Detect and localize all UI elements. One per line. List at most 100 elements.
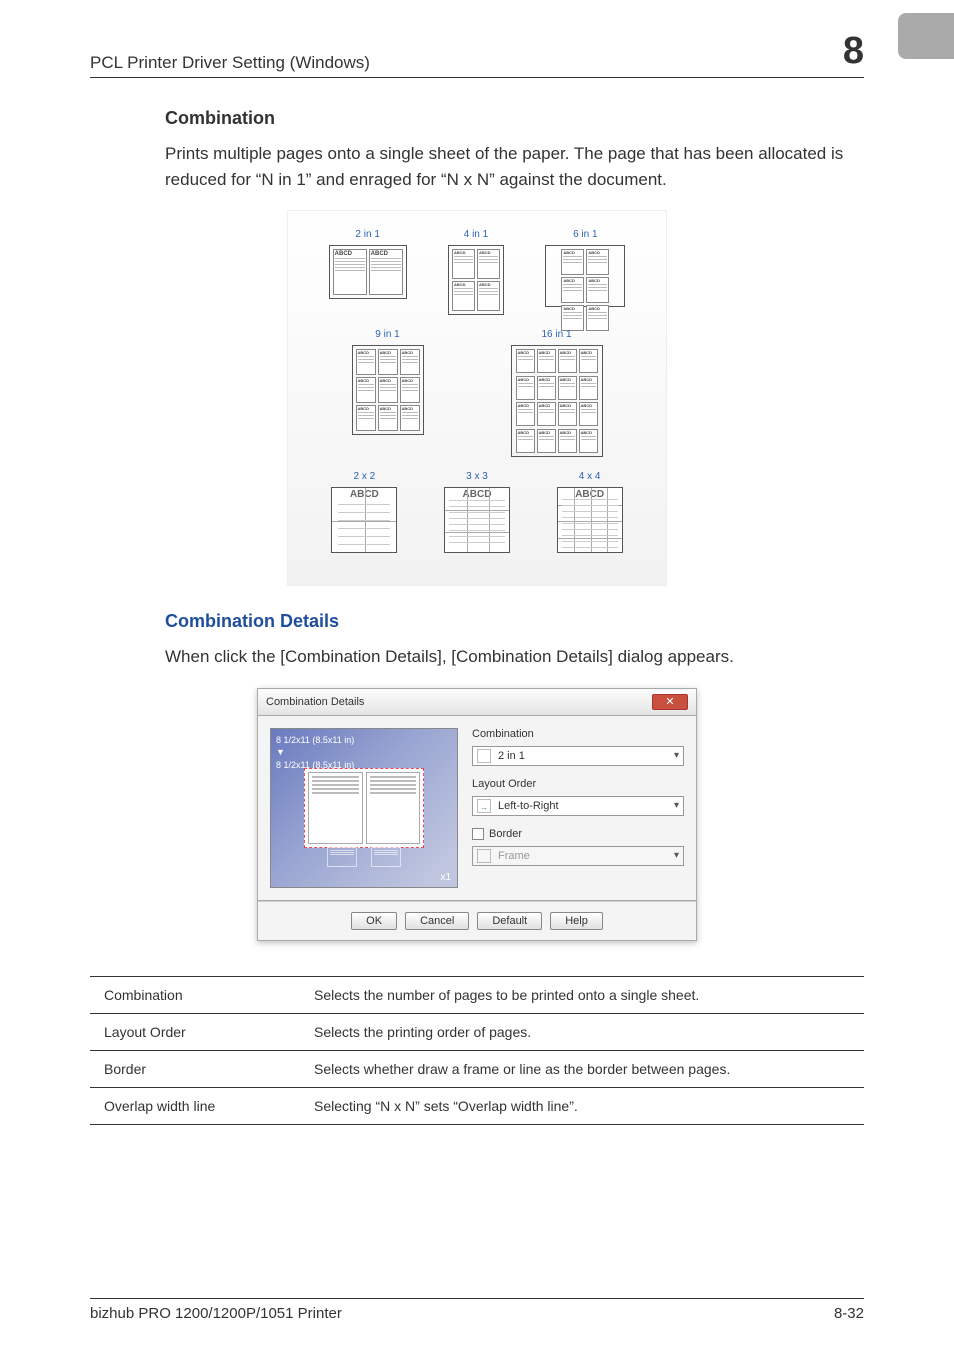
fig-abcd: ABCD: [581, 351, 596, 355]
border-checkbox-label: Border: [489, 828, 522, 840]
fig-abcd: ABCD: [560, 351, 575, 355]
help-button[interactable]: Help: [550, 912, 603, 930]
combination-figure: 2 in 1 ABCD ABCD 4 in 1 ABCD ABCD ABCD A…: [287, 210, 667, 586]
fig-abcd: ABCD: [380, 351, 396, 355]
fig-abcd: ABCD: [560, 378, 575, 382]
fig-abcd: ABCD: [402, 407, 418, 411]
poster-abcd: ABCD: [350, 489, 379, 500]
section-heading-combination-details: Combination Details: [165, 611, 864, 632]
chapter-number: 8: [843, 30, 864, 73]
fig-abcd: ABCD: [581, 378, 596, 382]
section-heading-combination: Combination: [165, 108, 864, 129]
close-icon[interactable]: ✕: [652, 694, 688, 710]
fig-abcd: ABCD: [479, 251, 498, 255]
dialog-preview-pane: 8 1/2x11 (8.5x11 in) ▼ 8 1/2x11 (8.5x11 …: [270, 728, 458, 888]
fig-abcd: ABCD: [518, 378, 533, 382]
fig-abcd: ABCD: [518, 431, 533, 435]
combination-select-value: 2 in 1: [498, 750, 525, 762]
table-row: Layout OrderSelects the printing order o…: [90, 1013, 864, 1050]
combination-select-icon: [477, 749, 491, 763]
poster-4x4: ABCD for(let i=1;i<4;i++)document.write(…: [557, 487, 623, 553]
zoom-indicator: x1: [440, 872, 451, 883]
table-cell-name: Overlap width line: [90, 1087, 300, 1124]
footer-page: 8-32: [834, 1305, 864, 1322]
table-cell-desc: Selects whether draw a frame or line as …: [300, 1050, 864, 1087]
default-button[interactable]: Default: [477, 912, 542, 930]
ok-button[interactable]: OK: [351, 912, 397, 930]
fig-abcd: ABCD: [560, 404, 575, 408]
fig-label-16in1: 16 in 1: [541, 329, 571, 340]
dialog-label-layout: Layout Order: [472, 778, 684, 790]
combination-select[interactable]: 2 in 1 ▾: [472, 746, 684, 766]
fig-label-2x2: 2 x 2: [353, 471, 375, 482]
fig-label-4in1: 4 in 1: [464, 229, 488, 240]
fig-label-2in1: 2 in 1: [355, 229, 379, 240]
frame-select: Frame ▾: [472, 846, 684, 866]
header-title: PCL Printer Driver Setting (Windows): [90, 53, 370, 73]
fig-abcd: ABCD: [335, 251, 365, 257]
layout-order-icon: →: [477, 799, 491, 813]
table-row: CombinationSelects the number of pages t…: [90, 976, 864, 1013]
table-cell-desc: Selects the printing order of pages.: [300, 1013, 864, 1050]
combination-details-dialog: Combination Details ✕ 8 1/2x11 (8.5x11 i…: [257, 688, 697, 941]
fig-abcd: ABCD: [380, 407, 396, 411]
border-checkbox[interactable]: [472, 828, 484, 840]
fig-abcd: ABCD: [402, 351, 418, 355]
fig-abcd: ABCD: [539, 404, 554, 408]
table-cell-name: Combination: [90, 976, 300, 1013]
fig-abcd: ABCD: [581, 404, 596, 408]
fig-abcd: ABCD: [560, 431, 575, 435]
fig-label-4x4: 4 x 4: [579, 471, 601, 482]
dialog-label-combination: Combination: [472, 728, 684, 740]
section-body-combination-details: When click the [Combination Details], [C…: [165, 644, 864, 670]
table-cell-desc: Selecting “N x N” sets “Overlap width li…: [300, 1087, 864, 1124]
fig-label-9in1: 9 in 1: [375, 329, 399, 340]
poster-3x3: ABCD for(let i=0;i<8;i++)document.write(…: [444, 487, 510, 553]
fig-abcd: ABCD: [588, 251, 607, 255]
options-table: CombinationSelects the number of pages t…: [90, 976, 864, 1125]
fig-abcd: ABCD: [563, 307, 582, 311]
fig-abcd: ABCD: [518, 404, 533, 408]
fig-label-6in1: 6 in 1: [573, 229, 597, 240]
fig-abcd: ABCD: [539, 378, 554, 382]
layout-order-value: Left-to-Right: [498, 800, 559, 812]
fig-abcd: ABCD: [402, 379, 418, 383]
header: PCL Printer Driver Setting (Windows) 8: [90, 30, 864, 78]
frame-select-value: Frame: [498, 850, 530, 862]
fig-abcd: ABCD: [581, 431, 596, 435]
fig-abcd: ABCD: [358, 379, 374, 383]
dialog-titlebar: Combination Details ✕: [257, 688, 697, 716]
chevron-down-icon: ▾: [674, 750, 679, 761]
fig-abcd: ABCD: [358, 407, 374, 411]
table-cell-name: Layout Order: [90, 1013, 300, 1050]
fig-abcd: ABCD: [358, 351, 374, 355]
fig-abcd: ABCD: [588, 279, 607, 283]
table-cell-name: Border: [90, 1050, 300, 1087]
section-body-combination: Prints multiple pages onto a single shee…: [165, 141, 864, 192]
preview-dim1: 8 1/2x11 (8.5x11 in): [276, 735, 354, 745]
fig-abcd: ABCD: [563, 279, 582, 283]
table-row: BorderSelects whether draw a frame or li…: [90, 1050, 864, 1087]
fig-abcd: ABCD: [371, 251, 401, 257]
frame-select-icon: [477, 849, 491, 863]
fig-abcd: ABCD: [588, 307, 607, 311]
table-cell-desc: Selects the number of pages to be printe…: [300, 976, 864, 1013]
fig-abcd: ABCD: [454, 283, 473, 287]
fig-abcd: ABCD: [563, 251, 582, 255]
dialog-title: Combination Details: [266, 696, 364, 708]
fig-abcd: ABCD: [518, 351, 533, 355]
chevron-down-icon: ▾: [674, 800, 679, 811]
table-row: Overlap width lineSelecting “N x N” sets…: [90, 1087, 864, 1124]
fig-abcd: ABCD: [539, 351, 554, 355]
fig-abcd: ABCD: [479, 283, 498, 287]
cancel-button[interactable]: Cancel: [405, 912, 469, 930]
poster-2x2: ABCD for(let i=0;i<6;i++)document.write(…: [331, 487, 397, 553]
footer-product: bizhub PRO 1200/1200P/1051 Printer: [90, 1305, 342, 1322]
page-footer: bizhub PRO 1200/1200P/1051 Printer 8-32: [90, 1298, 864, 1322]
fig-abcd: ABCD: [380, 379, 396, 383]
chevron-down-icon: ▾: [674, 850, 679, 861]
fig-label-3x3: 3 x 3: [466, 471, 488, 482]
layout-order-select[interactable]: → Left-to-Right ▾: [472, 796, 684, 816]
fig-abcd: ABCD: [539, 431, 554, 435]
fig-abcd: ABCD: [454, 251, 473, 255]
